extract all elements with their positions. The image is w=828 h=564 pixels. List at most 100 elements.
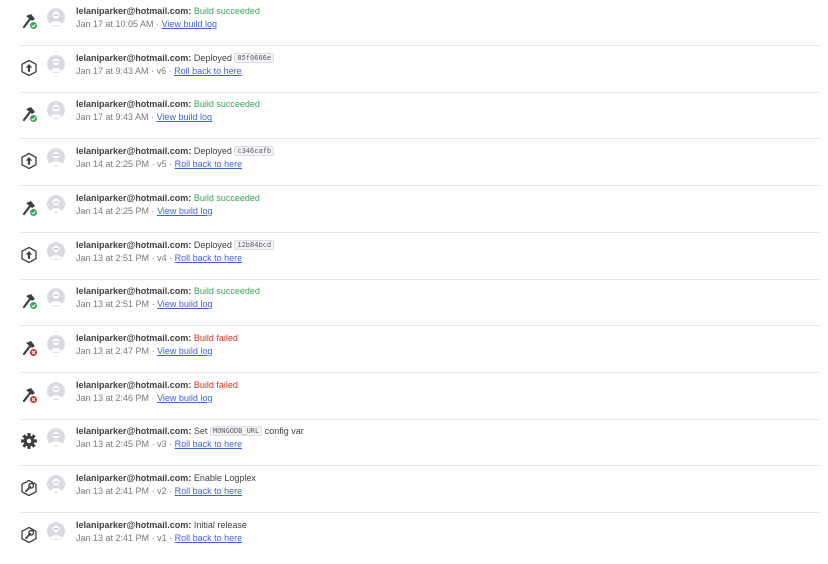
roll-back-link[interactable]: Roll back to here: [175, 533, 243, 543]
config-var-name: MONGODB_URL: [209, 426, 263, 437]
separator: ·: [151, 112, 155, 123]
avatar: [47, 428, 65, 447]
roll-back-link[interactable]: Roll back to here: [175, 439, 243, 449]
user-email: lelaniparker@hotmail.com:: [76, 99, 192, 110]
separator: ·: [151, 205, 155, 216]
build-status: Build failed: [193, 379, 238, 390]
avatar: [47, 521, 65, 540]
separator: ·: [169, 159, 173, 170]
separator: ·: [168, 65, 172, 76]
activity-row: lelaniparker@hotmail.com: Deployed 12b84…: [20, 234, 820, 280]
separator: ·: [169, 486, 173, 496]
activity-row: lelaniparker@hotmail.com: Build succeede…: [20, 0, 820, 46]
view-build-log-link[interactable]: View build log: [157, 346, 212, 356]
activity-row: lelaniparker@hotmail.com: Deployed 85f06…: [20, 47, 820, 93]
build-success-icon: [20, 292, 38, 311]
activity-meta: Jan 13 at 2:47 PM · View build log: [76, 345, 212, 357]
timestamp: Jan 13 at 2:47 PM: [76, 345, 150, 356]
view-build-log-link[interactable]: View build log: [157, 206, 212, 216]
activity-summary: lelaniparker@hotmail.com: Build failed: [76, 379, 238, 391]
timestamp: Jan 13 at 2:45 PM: [76, 439, 150, 450]
activity-message: Deployed: [193, 146, 232, 157]
build-failed-icon: [20, 339, 38, 357]
activity-meta: Jan 13 at 2:46 PM · View build log: [76, 392, 212, 404]
activity-meta: Jan 13 at 2:41 PM · v2 · Roll back to he…: [76, 485, 242, 497]
view-build-log-link[interactable]: View build log: [157, 299, 212, 309]
activity-meta: Jan 13 at 2:41 PM · v1 · Roll back to he…: [76, 532, 242, 544]
separator: ·: [151, 439, 155, 450]
activity-summary: lelaniparker@hotmail.com: Build succeede…: [76, 192, 260, 204]
activity-message: Set: [193, 426, 208, 437]
view-build-log-link[interactable]: View build log: [157, 112, 212, 122]
user-email: lelaniparker@hotmail.com:: [76, 519, 192, 530]
release-version: v6: [156, 65, 167, 76]
avatar: [47, 475, 65, 493]
activity-meta: Jan 17 at 9:43 AM · View build log: [76, 111, 212, 123]
activity-row: lelaniparker@hotmail.com: Build failed Ja…: [20, 374, 820, 420]
build-status: Build failed: [193, 332, 238, 343]
activity-summary: lelaniparker@hotmail.com: Build succeede…: [76, 5, 260, 17]
release-version: v4: [157, 252, 167, 263]
deploy-arrow-icon: [20, 152, 38, 170]
timestamp: Jan 17 at 9:43 AM: [76, 112, 149, 123]
build-status: Build succeeded: [193, 286, 260, 297]
timestamp: Jan 13 at 2:41 PM: [76, 486, 150, 496]
separator: ·: [151, 486, 155, 496]
timestamp: Jan 13 at 2:41 PM: [76, 532, 150, 543]
separator: ·: [169, 532, 173, 543]
avatar: [47, 194, 65, 213]
avatar: [47, 288, 65, 307]
separator: ·: [156, 19, 160, 29]
user-email: lelaniparker@hotmail.com:: [76, 286, 192, 297]
release-version: v5: [157, 159, 167, 170]
activity-summary: lelaniparker@hotmail.com: Build succeede…: [76, 98, 260, 110]
wrench-icon: [20, 479, 38, 497]
roll-back-link[interactable]: Roll back to here: [175, 159, 243, 169]
roll-back-link[interactable]: Roll back to here: [175, 486, 243, 496]
roll-back-link[interactable]: Roll back to here: [175, 253, 243, 263]
activity-row: lelaniparker@hotmail.com: Deployed c346c…: [20, 140, 820, 187]
user-email: lelaniparker@hotmail.com:: [76, 379, 192, 390]
activity-summary: lelaniparker@hotmail.com: Build failed: [76, 332, 238, 344]
activity-row: lelaniparker@hotmail.com: Build succeede…: [20, 280, 820, 327]
build-success-icon: [20, 199, 38, 217]
build-success-icon: [20, 12, 38, 30]
user-email: lelaniparker@hotmail.com:: [76, 52, 192, 63]
activity-summary: lelaniparker@hotmail.com: Deployed c346c…: [76, 145, 275, 158]
activity-message: Deployed: [193, 52, 232, 63]
separator: ·: [151, 159, 155, 170]
separator: ·: [151, 65, 155, 76]
separator: ·: [169, 439, 173, 450]
build-success-icon: [20, 105, 38, 124]
view-build-log-link[interactable]: View build log: [157, 393, 212, 403]
view-build-log-link[interactable]: View build log: [162, 19, 217, 29]
activity-meta: Jan 17 at 10:05 AM · View build log: [76, 18, 217, 30]
user-email: lelaniparker@hotmail.com:: [76, 239, 192, 250]
activity-row: lelaniparker@hotmail.com: Initial releas…: [20, 514, 820, 560]
activity-row: lelaniparker@hotmail.com: Build failed Ja…: [20, 327, 820, 373]
commit-hash: 85f0666e: [234, 52, 275, 63]
release-version: v1: [157, 532, 167, 543]
activity-row: lelaniparker@hotmail.com: Set MONGODB_UR…: [20, 420, 820, 467]
activity-row: lelaniparker@hotmail.com: Enable Logplex…: [20, 467, 820, 513]
commit-hash: c346cafb: [234, 146, 275, 157]
activity-row: lelaniparker@hotmail.com: Build succeede…: [20, 93, 820, 140]
activity-message: Enable Logplex: [193, 473, 256, 483]
activity-row: lelaniparker@hotmail.com: Build succeede…: [20, 187, 820, 233]
build-status: Build succeeded: [193, 6, 260, 16]
timestamp: Jan 13 at 2:46 PM: [76, 392, 150, 403]
activity-message: Initial release: [193, 519, 247, 530]
roll-back-link[interactable]: Roll back to here: [174, 66, 242, 76]
commit-hash: 12b84bcd: [234, 239, 275, 250]
separator: ·: [151, 299, 155, 310]
build-status: Build succeeded: [193, 192, 260, 203]
user-email: lelaniparker@hotmail.com:: [76, 426, 192, 437]
activity-meta: Jan 14 at 2:25 PM · View build log: [76, 205, 212, 217]
timestamp: Jan 17 at 9:43 AM: [76, 65, 149, 76]
activity-meta: Jan 13 at 2:51 PM · v4 · Roll back to he…: [76, 252, 242, 264]
deploy-arrow-icon: [20, 246, 38, 264]
gear-icon: [20, 432, 38, 450]
avatar: [47, 241, 65, 260]
activity-summary: lelaniparker@hotmail.com: Enable Logplex: [76, 472, 256, 484]
separator: ·: [151, 252, 155, 263]
